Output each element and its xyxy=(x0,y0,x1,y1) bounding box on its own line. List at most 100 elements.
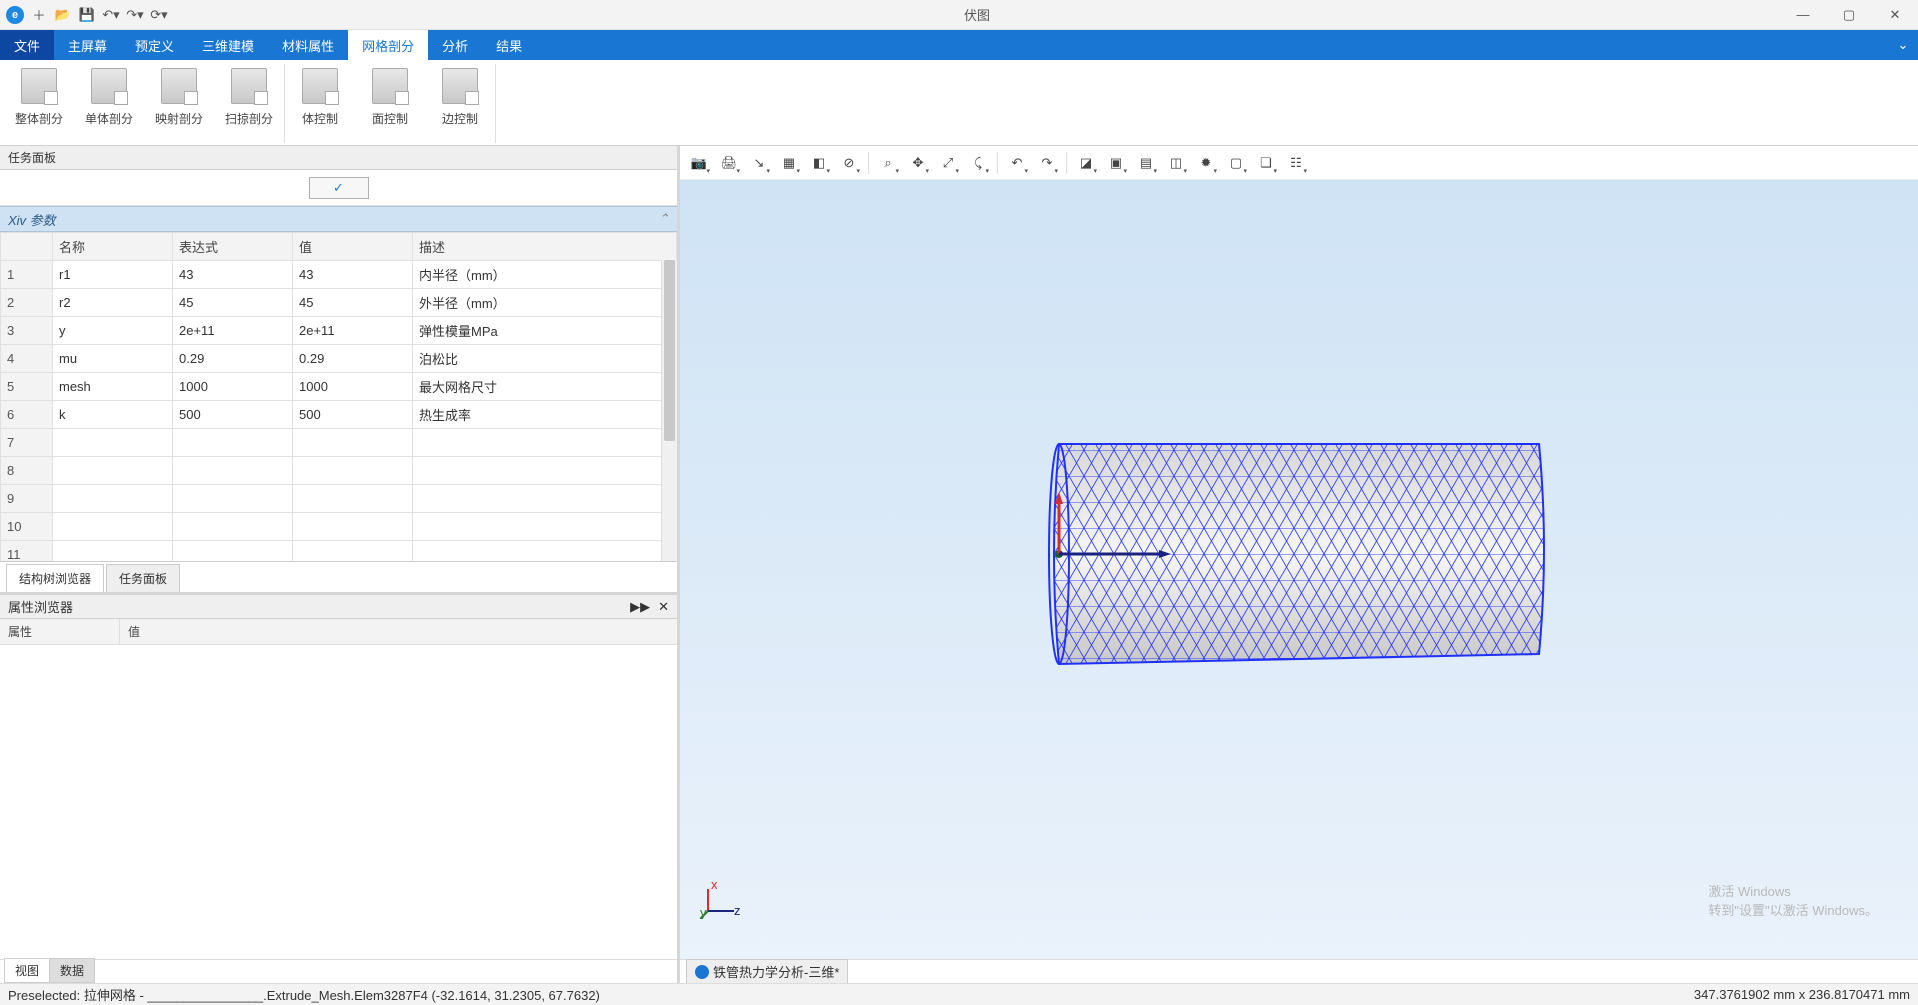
prop-tab-view[interactable]: 视图 xyxy=(4,958,50,983)
cell-desc[interactable]: 外半径（mm） xyxy=(413,289,677,317)
cell-desc[interactable] xyxy=(413,541,677,563)
btn-sweep-mesh[interactable]: 扫掠剖分 xyxy=(214,64,284,143)
zoom-window-icon[interactable]: ⌕▾ xyxy=(875,150,901,176)
cell-value[interactable] xyxy=(293,485,413,513)
cell-name[interactable] xyxy=(53,457,173,485)
tab-task-panel[interactable]: 任务面板 xyxy=(106,564,180,592)
undo-view-icon[interactable]: ↶▾ xyxy=(1004,150,1030,176)
wireframe-icon[interactable]: ▣▾ xyxy=(1103,150,1129,176)
cell-expr[interactable]: 500 xyxy=(173,401,293,429)
tab-3dmodel[interactable]: 三维建模 xyxy=(188,30,268,60)
cell-value[interactable]: 43 xyxy=(293,261,413,289)
cell-desc[interactable] xyxy=(413,485,677,513)
document-tab[interactable]: 铁管热力学分析-三维* xyxy=(686,959,848,984)
redo-icon[interactable]: ↷▾ xyxy=(124,4,146,26)
cell-name[interactable] xyxy=(53,513,173,541)
cell-desc[interactable]: 弹性模量MPa xyxy=(413,317,677,345)
cell-expr[interactable]: 1000 xyxy=(173,373,293,401)
table-row[interactable]: 10 xyxy=(1,513,677,541)
ribbon-collapse-icon[interactable]: ⌄ xyxy=(1888,30,1918,60)
axes-icon[interactable]: ↘▾ xyxy=(746,150,772,176)
cell-desc[interactable] xyxy=(413,513,677,541)
tab-results[interactable]: 结果 xyxy=(482,30,536,60)
maximize-button[interactable]: ▢ xyxy=(1826,0,1872,30)
tab-mesh[interactable]: 网格剖分 xyxy=(348,30,428,60)
orient-icon[interactable]: ⤹▾ xyxy=(965,150,991,176)
new-icon[interactable]: ＋ xyxy=(28,4,50,26)
cell-expr[interactable]: 2e+11 xyxy=(173,317,293,345)
table-row[interactable]: 7 xyxy=(1,429,677,457)
cell-value[interactable] xyxy=(293,457,413,485)
cell-name[interactable]: y xyxy=(53,317,173,345)
tab-home[interactable]: 主屏幕 xyxy=(54,30,121,60)
fit-icon[interactable]: ⤢▾ xyxy=(935,150,961,176)
cell-name[interactable]: mu xyxy=(53,345,173,373)
cell-expr[interactable]: 45 xyxy=(173,289,293,317)
cell-desc[interactable] xyxy=(413,457,677,485)
parameters-section-header[interactable]: Xiv 参数 ⌃ xyxy=(0,206,677,232)
cell-name[interactable] xyxy=(53,429,173,457)
tab-file[interactable]: 文件 xyxy=(0,30,54,60)
refresh-icon[interactable]: ⟳▾ xyxy=(148,4,170,26)
prop-tab-data[interactable]: 数据 xyxy=(49,958,95,983)
btn-single-mesh[interactable]: 单体剖分 xyxy=(74,64,144,143)
box-icon[interactable]: ▢▾ xyxy=(1223,150,1249,176)
shaded-icon[interactable]: ▤▾ xyxy=(1133,150,1159,176)
table-row[interactable]: 11 xyxy=(1,541,677,563)
cell-desc[interactable]: 最大网格尺寸 xyxy=(413,373,677,401)
cell-value[interactable] xyxy=(293,541,413,563)
cell-expr[interactable] xyxy=(173,541,293,563)
cell-name[interactable]: r2 xyxy=(53,289,173,317)
close-icon[interactable]: ✕ xyxy=(658,599,669,615)
solid-icon[interactable]: ◪▾ xyxy=(1073,150,1099,176)
cell-name[interactable] xyxy=(53,485,173,513)
redo-view-icon[interactable]: ↷▾ xyxy=(1034,150,1060,176)
undo-icon[interactable]: ↶▾ xyxy=(100,4,122,26)
no-entry-icon[interactable]: ⊘▾ xyxy=(836,150,862,176)
btn-face-control[interactable]: 面控制 xyxy=(355,64,425,143)
btn-mapped-mesh[interactable]: 映射剖分 xyxy=(144,64,214,143)
cell-value[interactable]: 2e+11 xyxy=(293,317,413,345)
parameters-table[interactable]: 名称 表达式 值 描述 1r14343内半径（mm）2r24545外半径（mm）… xyxy=(0,232,677,562)
btn-global-mesh[interactable]: 整体剖分 xyxy=(4,64,74,143)
cell-name[interactable]: mesh xyxy=(53,373,173,401)
layers-icon[interactable]: ▦▾ xyxy=(776,150,802,176)
cell-expr[interactable] xyxy=(173,485,293,513)
cell-desc[interactable]: 热生成率 xyxy=(413,401,677,429)
tab-predef[interactable]: 预定义 xyxy=(121,30,188,60)
light-icon[interactable]: ✹▾ xyxy=(1193,150,1219,176)
minimize-button[interactable]: — xyxy=(1780,0,1826,30)
cell-name[interactable] xyxy=(53,541,173,563)
tab-material[interactable]: 材料属性 xyxy=(268,30,348,60)
cell-value[interactable]: 45 xyxy=(293,289,413,317)
cell-value[interactable] xyxy=(293,429,413,457)
cell-value[interactable]: 1000 xyxy=(293,373,413,401)
cell-name[interactable]: r1 xyxy=(53,261,173,289)
cell-expr[interactable] xyxy=(173,429,293,457)
cell-value[interactable] xyxy=(293,513,413,541)
table-row[interactable]: 1r14343内半径（mm） xyxy=(1,261,677,289)
table-row[interactable]: 6k500500热生成率 xyxy=(1,401,677,429)
table-row[interactable]: 5mesh10001000最大网格尺寸 xyxy=(1,373,677,401)
layers2-icon[interactable]: ☷▾ xyxy=(1283,150,1309,176)
open-icon[interactable]: 📂 xyxy=(52,4,74,26)
cell-name[interactable]: k xyxy=(53,401,173,429)
cell-expr[interactable] xyxy=(173,513,293,541)
tab-analysis[interactable]: 分析 xyxy=(428,30,482,60)
cell-expr[interactable]: 0.29 xyxy=(173,345,293,373)
fast-forward-icon[interactable]: ▶▶ xyxy=(630,599,650,615)
confirm-button[interactable]: ✓ xyxy=(309,177,369,199)
cell-desc[interactable] xyxy=(413,429,677,457)
cell-desc[interactable]: 内半径（mm） xyxy=(413,261,677,289)
table-row[interactable]: 9 xyxy=(1,485,677,513)
cell-value[interactable]: 500 xyxy=(293,401,413,429)
tab-tree-browser[interactable]: 结构树浏览器 xyxy=(6,564,104,592)
table-row[interactable]: 4mu0.290.29泊松比 xyxy=(1,345,677,373)
camera-icon[interactable]: 📷▾ xyxy=(686,150,712,176)
table-row[interactable]: 3y2e+112e+11弹性模量MPa xyxy=(1,317,677,345)
section-icon[interactable]: ◫▾ xyxy=(1163,150,1189,176)
cell-expr[interactable]: 43 xyxy=(173,261,293,289)
table-row[interactable]: 8 xyxy=(1,457,677,485)
close-button[interactable]: ✕ xyxy=(1872,0,1918,30)
cell-expr[interactable] xyxy=(173,457,293,485)
